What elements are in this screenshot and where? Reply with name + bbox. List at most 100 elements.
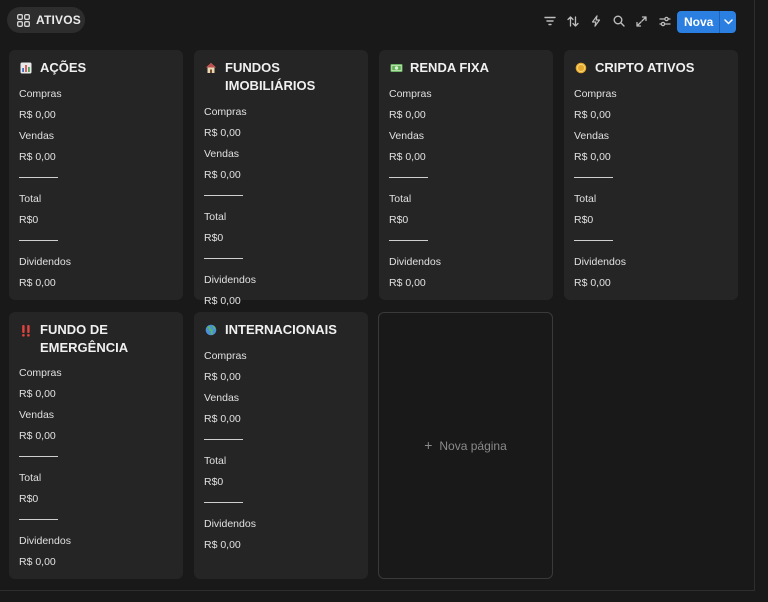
page-frame-right-border bbox=[754, 0, 755, 590]
search-button[interactable] bbox=[607, 11, 630, 31]
value-vendas: R$ 0,00 bbox=[19, 430, 56, 442]
divider bbox=[19, 177, 58, 178]
divider bbox=[204, 439, 243, 440]
search-icon bbox=[613, 15, 625, 27]
value-vendas: R$ 0,00 bbox=[204, 413, 241, 425]
house-icon bbox=[204, 61, 218, 75]
label-vendas: Vendas bbox=[389, 130, 425, 142]
card-title: AÇÕES bbox=[19, 59, 173, 77]
value-compras: R$ 0,00 bbox=[204, 371, 241, 383]
page-frame-bottom-border bbox=[0, 590, 755, 591]
automation-icon bbox=[591, 15, 600, 27]
label-total: Total bbox=[204, 455, 227, 467]
card-title-text: INTERNACIONAIS bbox=[225, 322, 337, 337]
value-dividendos: R$ 0,00 bbox=[574, 277, 611, 289]
filter-button[interactable] bbox=[538, 11, 561, 31]
view-tab-label: ATIVOS bbox=[36, 13, 81, 27]
value-total: R$0 bbox=[574, 214, 594, 226]
sort-icon bbox=[566, 15, 579, 27]
card-renda-fixa[interactable]: RENDA FIXA Compras R$ 0,00 Vendas R$ 0,0… bbox=[379, 50, 553, 300]
card-fundo-de-emergencia[interactable]: FUNDO DE EMERGÊNCIA Compras R$ 0,00 Vend… bbox=[9, 312, 183, 579]
value-dividendos: R$ 0,00 bbox=[389, 277, 426, 289]
card-acoes[interactable]: AÇÕES Compras R$ 0,00 Vendas R$ 0,00 Tot… bbox=[9, 50, 183, 300]
money-icon bbox=[389, 61, 403, 75]
label-compras: Compras bbox=[204, 106, 247, 118]
label-vendas: Vendas bbox=[204, 392, 240, 404]
label-compras: Compras bbox=[204, 350, 247, 362]
value-total: R$0 bbox=[389, 214, 409, 226]
globe-icon bbox=[204, 323, 218, 337]
value-vendas: R$ 0,00 bbox=[204, 169, 241, 181]
divider bbox=[19, 456, 58, 457]
automation-button[interactable] bbox=[584, 11, 607, 31]
label-total: Total bbox=[389, 193, 412, 205]
expand-button[interactable] bbox=[630, 11, 653, 31]
divider bbox=[204, 502, 243, 503]
double-exclamation-icon bbox=[19, 323, 33, 337]
card-internacionais[interactable]: INTERNACIONAIS Compras R$ 0,00 Vendas R$… bbox=[194, 312, 368, 579]
label-dividendos: Dividendos bbox=[574, 256, 626, 268]
value-total: R$0 bbox=[204, 476, 224, 488]
value-compras: R$ 0,00 bbox=[389, 109, 426, 121]
label-compras: Compras bbox=[19, 367, 62, 379]
card-fundos-imobiliarios[interactable]: FUNDOS IMOBILIÁRIOS Compras R$ 0,00 Vend… bbox=[194, 50, 368, 307]
label-compras: Compras bbox=[389, 88, 432, 100]
divider bbox=[204, 195, 243, 196]
card-title-text: CRIPTO ATIVOS bbox=[595, 60, 695, 75]
new-button-label[interactable]: Nova bbox=[677, 15, 719, 29]
value-vendas: R$ 0,00 bbox=[574, 151, 611, 163]
coin-icon bbox=[574, 61, 588, 75]
label-total: Total bbox=[19, 472, 42, 484]
card-title: RENDA FIXA bbox=[389, 59, 543, 77]
value-dividendos: R$ 0,00 bbox=[204, 295, 241, 307]
label-total: Total bbox=[574, 193, 597, 205]
value-vendas: R$ 0,00 bbox=[19, 151, 56, 163]
card-cripto-ativos[interactable]: CRIPTO ATIVOS Compras R$ 0,00 Vendas R$ … bbox=[564, 50, 738, 300]
label-dividendos: Dividendos bbox=[204, 518, 256, 530]
card-title-text: FUNDOS IMOBILIÁRIOS bbox=[225, 60, 316, 93]
label-total: Total bbox=[19, 193, 42, 205]
label-dividendos: Dividendos bbox=[19, 256, 71, 268]
value-compras: R$ 0,00 bbox=[19, 109, 56, 121]
label-vendas: Vendas bbox=[19, 130, 55, 142]
label-compras: Compras bbox=[574, 88, 617, 100]
new-page-label: Nova página bbox=[439, 438, 507, 453]
settings-button[interactable] bbox=[653, 11, 676, 31]
new-button[interactable]: Nova bbox=[677, 11, 736, 33]
card-title: FUNDOS IMOBILIÁRIOS bbox=[204, 59, 358, 95]
card-title-text: FUNDO DE EMERGÊNCIA bbox=[40, 322, 129, 355]
chevron-down-icon bbox=[723, 19, 733, 25]
view-tab-ativos[interactable]: ATIVOS bbox=[7, 7, 85, 33]
card-title-text: RENDA FIXA bbox=[410, 60, 489, 75]
label-total: Total bbox=[204, 211, 227, 223]
gallery-view-icon bbox=[17, 13, 30, 27]
label-vendas: Vendas bbox=[574, 130, 610, 142]
label-vendas: Vendas bbox=[204, 148, 240, 160]
label-compras: Compras bbox=[19, 88, 62, 100]
bar-chart-icon bbox=[19, 61, 33, 75]
filter-icon bbox=[543, 16, 556, 26]
plus-icon: + bbox=[424, 437, 433, 453]
card-title: INTERNACIONAIS bbox=[204, 321, 358, 339]
value-dividendos: R$ 0,00 bbox=[204, 539, 241, 551]
value-dividendos: R$ 0,00 bbox=[19, 277, 56, 289]
new-page-button[interactable]: + Nova página bbox=[378, 312, 553, 579]
expand-icon bbox=[636, 15, 647, 27]
value-compras: R$ 0,00 bbox=[19, 388, 56, 400]
label-dividendos: Dividendos bbox=[389, 256, 441, 268]
card-title: FUNDO DE EMERGÊNCIA bbox=[19, 321, 173, 357]
settings-icon bbox=[658, 16, 671, 26]
label-vendas: Vendas bbox=[19, 409, 55, 421]
value-vendas: R$ 0,00 bbox=[389, 151, 426, 163]
divider bbox=[19, 519, 58, 520]
divider bbox=[574, 240, 613, 241]
value-total: R$0 bbox=[19, 214, 39, 226]
value-compras: R$ 0,00 bbox=[204, 127, 241, 139]
value-total: R$0 bbox=[204, 232, 224, 244]
label-dividendos: Dividendos bbox=[204, 274, 256, 286]
new-button-dropdown[interactable] bbox=[720, 19, 736, 25]
sort-button[interactable] bbox=[561, 11, 584, 31]
divider bbox=[389, 240, 428, 241]
divider bbox=[204, 258, 243, 259]
card-title-text: AÇÕES bbox=[40, 60, 87, 75]
